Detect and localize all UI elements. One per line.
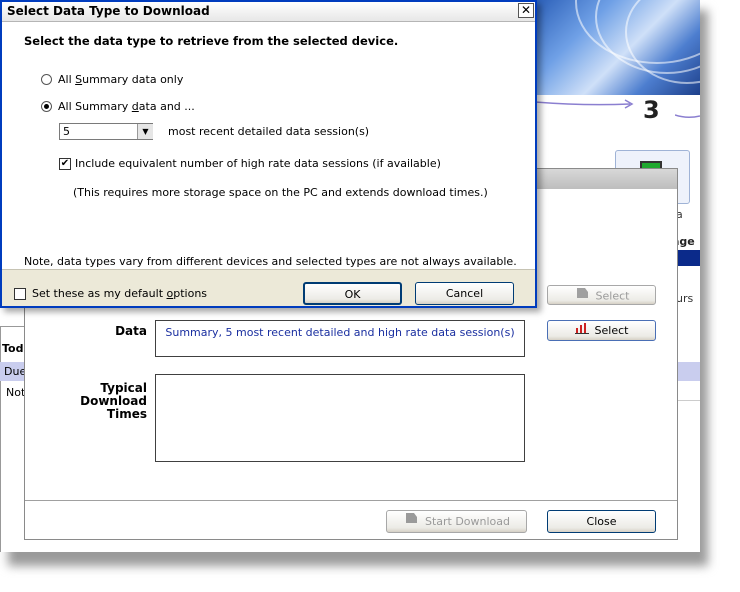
step-number: 3: [643, 96, 660, 124]
banner-graphic: [535, 0, 700, 95]
high-rate-label[interactable]: Include equivalent number of high rate d…: [75, 157, 441, 170]
divider: [2, 269, 535, 270]
data-label: Data: [115, 324, 147, 338]
select-data-type-dialog: Select Data Type to Download ✕ Select th…: [0, 0, 537, 308]
step-connector: [535, 99, 634, 109]
table-header-cell: Due: [4, 365, 27, 378]
device-icon: [574, 286, 590, 307]
label-line: Times: [106, 407, 147, 421]
typical-download-times-label: Typical Download Times: [65, 382, 147, 421]
partial-heading-today: Tod: [2, 342, 24, 355]
start-download-button[interactable]: Start Download: [386, 510, 527, 533]
download-icon: [403, 511, 419, 533]
start-download-label: Start Download: [424, 515, 511, 528]
select-device-button[interactable]: Select: [547, 285, 656, 305]
label-part: Set these as my default: [32, 287, 167, 300]
ok-button[interactable]: OK: [303, 282, 402, 305]
label-part: ptions: [173, 287, 208, 300]
dialog-title: Select Data Type to Download: [7, 4, 210, 18]
sessions-label: most recent detailed data session(s): [168, 125, 370, 138]
default-options-label[interactable]: Set these as my default options: [32, 287, 207, 300]
dialog-heading: Select the data type to retrieve from th…: [24, 34, 399, 48]
partial-label-hours: urs: [676, 292, 694, 305]
chevron-down-icon[interactable]: ▼: [137, 124, 153, 139]
close-icon[interactable]: ✕: [518, 3, 534, 18]
sessions-count-dropdown[interactable]: 5 ▼: [59, 123, 153, 140]
cancel-button[interactable]: Cancel: [415, 282, 514, 305]
storage-note: (This requires more storage space on the…: [73, 186, 488, 199]
data-value: Summary, 5 most recent detailed and high…: [165, 326, 515, 339]
default-options-checkbox[interactable]: [14, 288, 26, 300]
radio-summary-only[interactable]: [41, 74, 52, 85]
table-cell: Not: [6, 386, 26, 399]
sessions-count-value: 5: [63, 125, 70, 138]
select-data-button[interactable]: Select: [547, 320, 656, 341]
selection-strip: [676, 250, 700, 266]
label-part: ata and ...: [138, 100, 195, 113]
step-connector-right: [675, 114, 700, 119]
device-note: Note, data types vary from different dev…: [24, 255, 517, 268]
high-rate-checkbox[interactable]: ✔: [59, 158, 71, 170]
close-button[interactable]: Close: [547, 510, 656, 533]
divider: [0, 326, 1, 552]
select-device-label: Select: [595, 289, 630, 303]
label-part: All Summary: [58, 100, 132, 113]
divider: [0, 326, 26, 327]
radio-summary-only-label[interactable]: All Summary data only: [58, 73, 183, 86]
divider: [25, 500, 677, 501]
radio-summary-and-sessions[interactable]: [41, 101, 52, 112]
chart-icon: [574, 321, 589, 341]
radio-summary-and-label[interactable]: All Summary data and ...: [58, 100, 195, 113]
label-part: All: [58, 73, 76, 86]
dialog-body: [2, 22, 535, 269]
data-value-box: Summary, 5 most recent detailed and high…: [155, 320, 525, 357]
label-accelerator: d: [131, 100, 139, 113]
label-part: ummary data only: [82, 73, 184, 86]
download-times-box: [155, 374, 525, 462]
select-data-label: Select: [594, 324, 629, 337]
dialog-titlebar: Select Data Type to Download ✕: [2, 2, 535, 22]
